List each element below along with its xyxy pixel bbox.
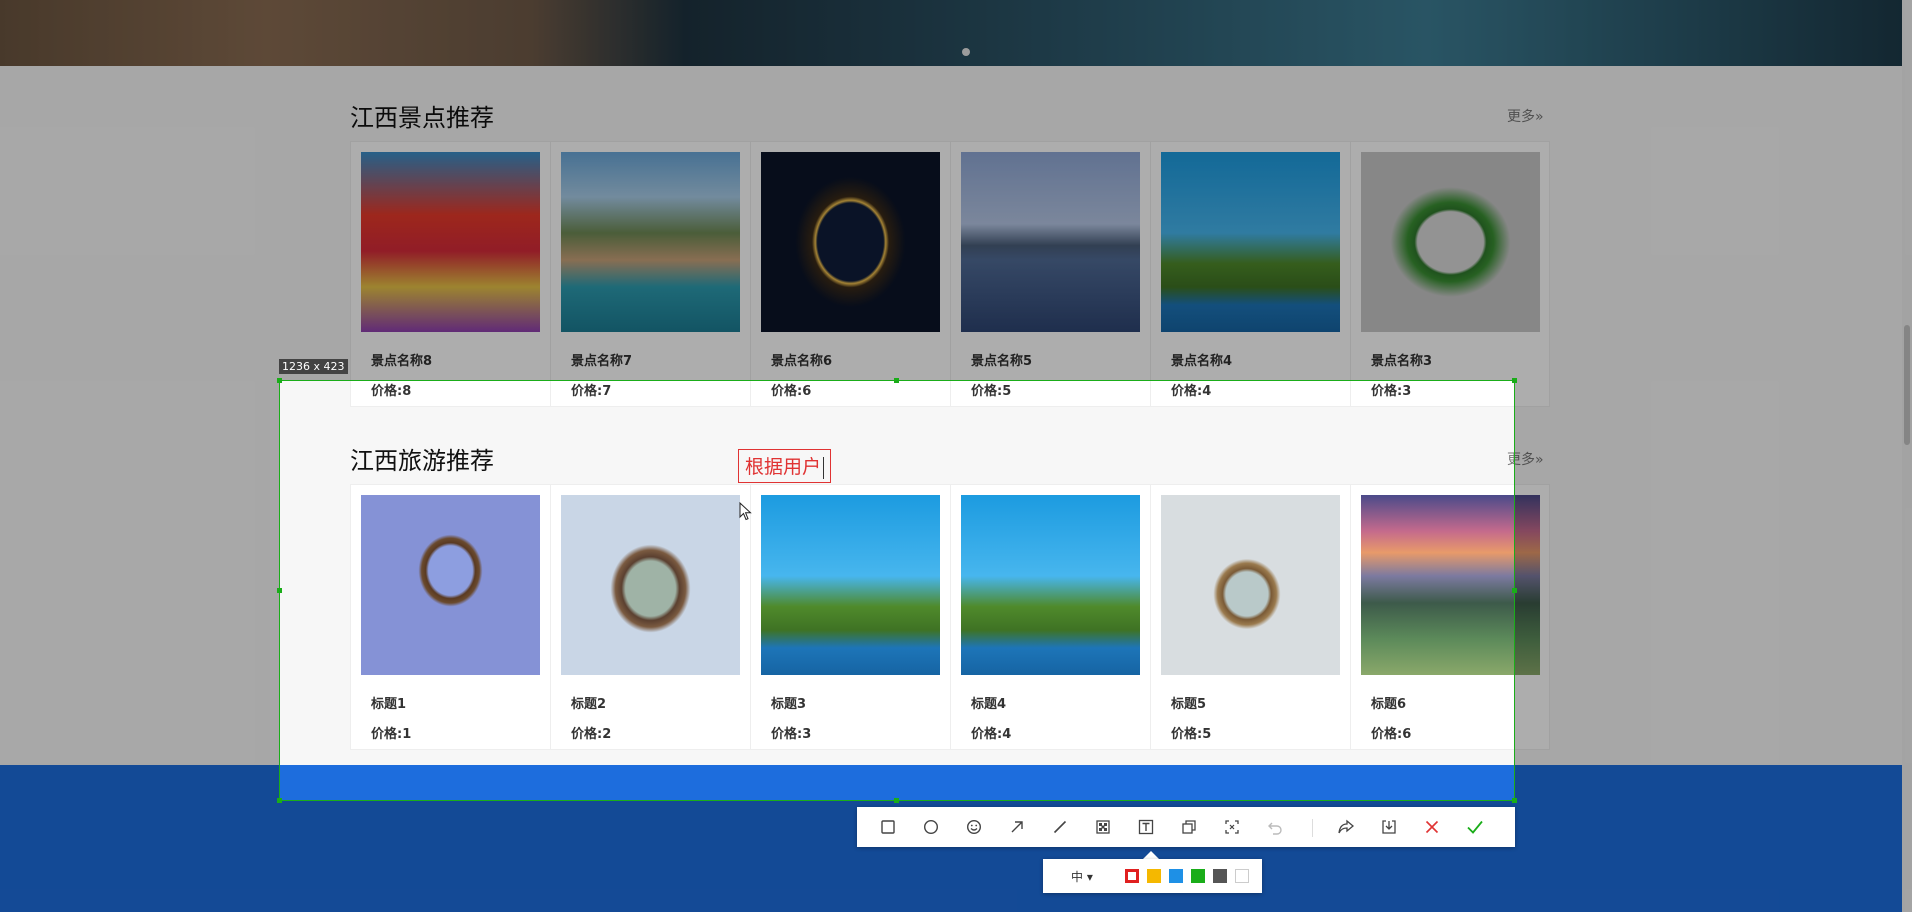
resize-handle[interactable]: [277, 378, 282, 383]
resize-handle[interactable]: [1512, 798, 1517, 803]
emoji-icon[interactable]: [962, 815, 986, 839]
capture-selection[interactable]: [279, 380, 1515, 801]
resize-handle[interactable]: [894, 378, 899, 383]
color-swatch-red[interactable]: [1125, 869, 1139, 883]
text-icon[interactable]: [1134, 815, 1158, 839]
save-icon[interactable]: [1377, 815, 1401, 839]
share-icon[interactable]: [1334, 815, 1358, 839]
color-swatch-gray[interactable]: [1213, 869, 1227, 883]
rectangle-icon[interactable]: [876, 815, 900, 839]
mosaic-icon[interactable]: [1091, 815, 1115, 839]
capture-toolbar: [857, 807, 1515, 847]
capture-dim-left: [0, 380, 279, 801]
arrow-icon[interactable]: [1005, 815, 1029, 839]
text-style-bar: 中 ▾: [1043, 859, 1262, 893]
subbar-pointer: [1143, 851, 1159, 859]
confirm-icon[interactable]: [1463, 815, 1487, 839]
pin-icon[interactable]: [1177, 815, 1201, 839]
resize-handle[interactable]: [1512, 378, 1517, 383]
resize-handle[interactable]: [277, 798, 282, 803]
color-swatch-blue[interactable]: [1169, 869, 1183, 883]
color-swatch-yellow[interactable]: [1147, 869, 1161, 883]
capture-size-label: 1236 x 423: [279, 359, 348, 374]
text-annotation[interactable]: 根据用户: [738, 449, 832, 483]
undo-icon[interactable]: [1263, 815, 1287, 839]
mouse-cursor-icon: [739, 502, 752, 521]
line-icon[interactable]: [1048, 815, 1072, 839]
ellipse-icon[interactable]: [919, 815, 943, 839]
color-swatch-white[interactable]: [1235, 869, 1249, 883]
capture-dim-right: [1515, 380, 1912, 801]
capture-dim-top: [0, 0, 1912, 380]
ocr-icon[interactable]: [1220, 815, 1244, 839]
text-caret: [823, 456, 825, 479]
toolbar-separator: [1312, 819, 1313, 837]
cancel-icon[interactable]: [1420, 815, 1444, 839]
color-swatch-green[interactable]: [1191, 869, 1205, 883]
resize-handle[interactable]: [1512, 588, 1517, 593]
text-annotation-content: 根据用户: [745, 456, 822, 478]
resize-handle[interactable]: [894, 798, 899, 803]
font-size-dropdown[interactable]: 中 ▾: [1071, 868, 1093, 885]
resize-handle[interactable]: [277, 588, 282, 593]
